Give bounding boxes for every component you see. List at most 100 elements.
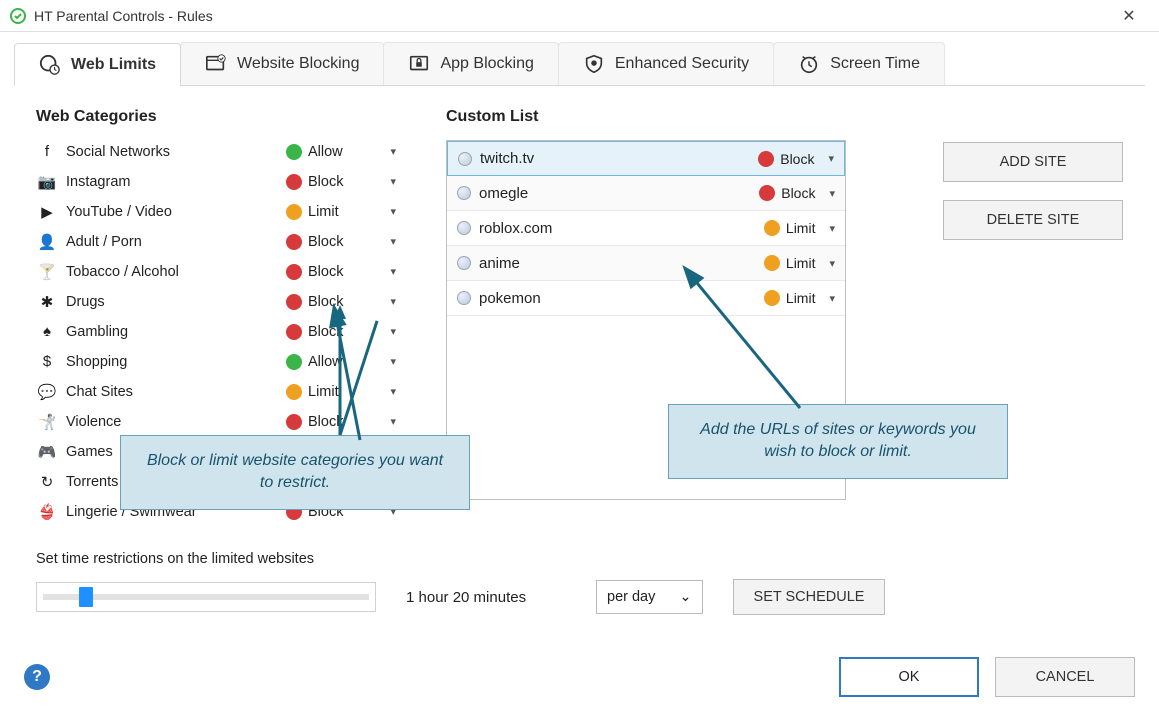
- chevron-down-icon[interactable]: ▾: [828, 152, 834, 165]
- perm-label: Allow: [308, 354, 343, 370]
- block-badge-icon: [286, 294, 302, 310]
- close-button[interactable]: ✕: [1109, 6, 1149, 26]
- category-icon: 👤: [36, 233, 58, 251]
- category-icon: 👙: [36, 503, 58, 521]
- help-button[interactable]: ?: [24, 664, 50, 690]
- perm-dropdown[interactable]: Limit▾: [764, 290, 835, 306]
- perm-dropdown[interactable]: Block▾: [758, 151, 834, 167]
- chevron-down-icon: ⌄: [679, 589, 691, 605]
- chevron-down-icon[interactable]: ▾: [829, 257, 835, 270]
- tab-website-blocking[interactable]: Website Blocking: [180, 42, 384, 85]
- ok-button[interactable]: OK: [839, 657, 979, 697]
- category-label: Adult / Porn: [66, 234, 286, 250]
- perm-label: Limit: [308, 384, 339, 400]
- set-schedule-button[interactable]: SET SCHEDULE: [733, 579, 886, 615]
- block-badge-icon: [286, 234, 302, 250]
- tab-enhanced-security[interactable]: Enhanced Security: [558, 42, 774, 85]
- chevron-down-icon[interactable]: ▾: [390, 295, 396, 308]
- globe-icon: [457, 256, 471, 270]
- custom-list-row[interactable]: twitch.tvBlock▾: [447, 141, 845, 176]
- chevron-down-icon[interactable]: ▾: [829, 222, 835, 235]
- category-row: 💬Chat SitesLimit▾: [36, 380, 396, 403]
- category-icon: ▶: [36, 203, 58, 221]
- perm-label: Allow: [308, 144, 343, 160]
- custom-list-heading: Custom List: [446, 108, 893, 126]
- perm-label: Block: [308, 174, 343, 190]
- perm-dropdown[interactable]: Allow ▾: [286, 354, 396, 370]
- perm-dropdown[interactable]: Allow ▾: [286, 144, 396, 160]
- footer: ? OK CANCEL: [0, 645, 1159, 709]
- category-label: Shopping: [66, 354, 286, 370]
- perm-label: Limit: [786, 220, 816, 236]
- tab-label: Website Blocking: [237, 55, 359, 73]
- block-badge-icon: [286, 324, 302, 340]
- chevron-down-icon[interactable]: ▾: [390, 385, 396, 398]
- chevron-down-icon[interactable]: ▾: [390, 235, 396, 248]
- category-row: fSocial NetworksAllow▾: [36, 140, 396, 163]
- custom-list-row[interactable]: animeLimit▾: [447, 246, 845, 281]
- category-label: Chat Sites: [66, 384, 286, 400]
- custom-list-row[interactable]: pokemonLimit▾: [447, 281, 845, 316]
- category-icon: 📷: [36, 173, 58, 191]
- perm-label: Block: [308, 414, 343, 430]
- perm-dropdown[interactable]: Block ▾: [286, 174, 396, 190]
- time-unit-value: per day: [607, 589, 655, 605]
- callout-categories: Block or limit website categories you wa…: [120, 435, 470, 510]
- chevron-down-icon[interactable]: ▾: [390, 325, 396, 338]
- chevron-down-icon[interactable]: ▾: [390, 175, 396, 188]
- globe-icon: [458, 152, 472, 166]
- chevron-down-icon[interactable]: ▾: [390, 355, 396, 368]
- perm-dropdown[interactable]: Block▾: [286, 264, 396, 280]
- globe-icon: [457, 291, 471, 305]
- perm-dropdown[interactable]: Limit ▾: [286, 204, 396, 220]
- category-icon: ♠: [36, 323, 58, 340]
- limit-badge-icon: [286, 204, 302, 220]
- perm-dropdown[interactable]: Block ▾: [286, 414, 396, 430]
- block-badge-icon: [286, 264, 302, 280]
- time-slider[interactable]: [36, 582, 376, 612]
- browser-check-icon: [205, 53, 227, 75]
- time-display: 1 hour 20 minutes: [406, 589, 566, 606]
- perm-dropdown[interactable]: Block▾: [286, 234, 396, 250]
- perm-dropdown[interactable]: Block▾: [286, 324, 396, 340]
- category-row: 🍸Tobacco / AlcoholBlock▾: [36, 260, 396, 283]
- block-badge-icon: [759, 185, 775, 201]
- block-badge-icon: [286, 414, 302, 430]
- limit-badge-icon: [764, 255, 780, 271]
- perm-dropdown[interactable]: Limit▾: [764, 255, 835, 271]
- category-row: ✱DrugsBlock▾: [36, 290, 396, 313]
- chevron-down-icon[interactable]: ▾: [390, 415, 396, 428]
- perm-dropdown[interactable]: Block▾: [759, 185, 835, 201]
- category-row: 📷InstagramBlock▾: [36, 170, 396, 193]
- custom-list-row[interactable]: roblox.com Limit ▾: [447, 211, 845, 246]
- tab-app-blocking[interactable]: App Blocking: [383, 42, 558, 85]
- category-label: Gambling: [66, 324, 286, 340]
- custom-list-label: roblox.com: [479, 220, 764, 237]
- category-label: Violence: [66, 414, 286, 430]
- chevron-down-icon[interactable]: ▾: [390, 145, 396, 158]
- titlebar: HT Parental Controls - Rules ✕: [0, 0, 1159, 32]
- perm-label: Limit: [308, 204, 339, 220]
- chevron-down-icon[interactable]: ▾: [390, 265, 396, 278]
- category-row: 🤺 Violence Block ▾: [36, 410, 396, 433]
- slider-thumb[interactable]: [79, 587, 93, 607]
- window-lock-icon: [408, 53, 430, 75]
- category-icon: 🤺: [36, 413, 58, 431]
- tab-screen-time[interactable]: Screen Time: [773, 42, 945, 85]
- time-unit-dropdown[interactable]: per day ⌄: [596, 580, 703, 614]
- delete-site-button[interactable]: DELETE SITE: [943, 200, 1123, 240]
- chevron-down-icon[interactable]: ▾: [829, 292, 835, 305]
- add-site-button[interactable]: ADD SITE: [943, 142, 1123, 182]
- tab-web-limits[interactable]: Web Limits: [14, 43, 181, 86]
- perm-label: Block: [308, 294, 343, 310]
- category-icon: ↻: [36, 473, 58, 491]
- perm-dropdown[interactable]: Limit ▾: [286, 384, 396, 400]
- custom-list-row[interactable]: omegleBlock▾: [447, 176, 845, 211]
- chevron-down-icon[interactable]: ▾: [829, 187, 835, 200]
- limit-badge-icon: [764, 220, 780, 236]
- perm-dropdown[interactable]: Block ▾: [286, 294, 396, 310]
- chevron-down-icon[interactable]: ▾: [390, 205, 396, 218]
- cancel-button[interactable]: CANCEL: [995, 657, 1135, 697]
- perm-dropdown[interactable]: Limit ▾: [764, 220, 835, 236]
- allow-badge-icon: [286, 354, 302, 370]
